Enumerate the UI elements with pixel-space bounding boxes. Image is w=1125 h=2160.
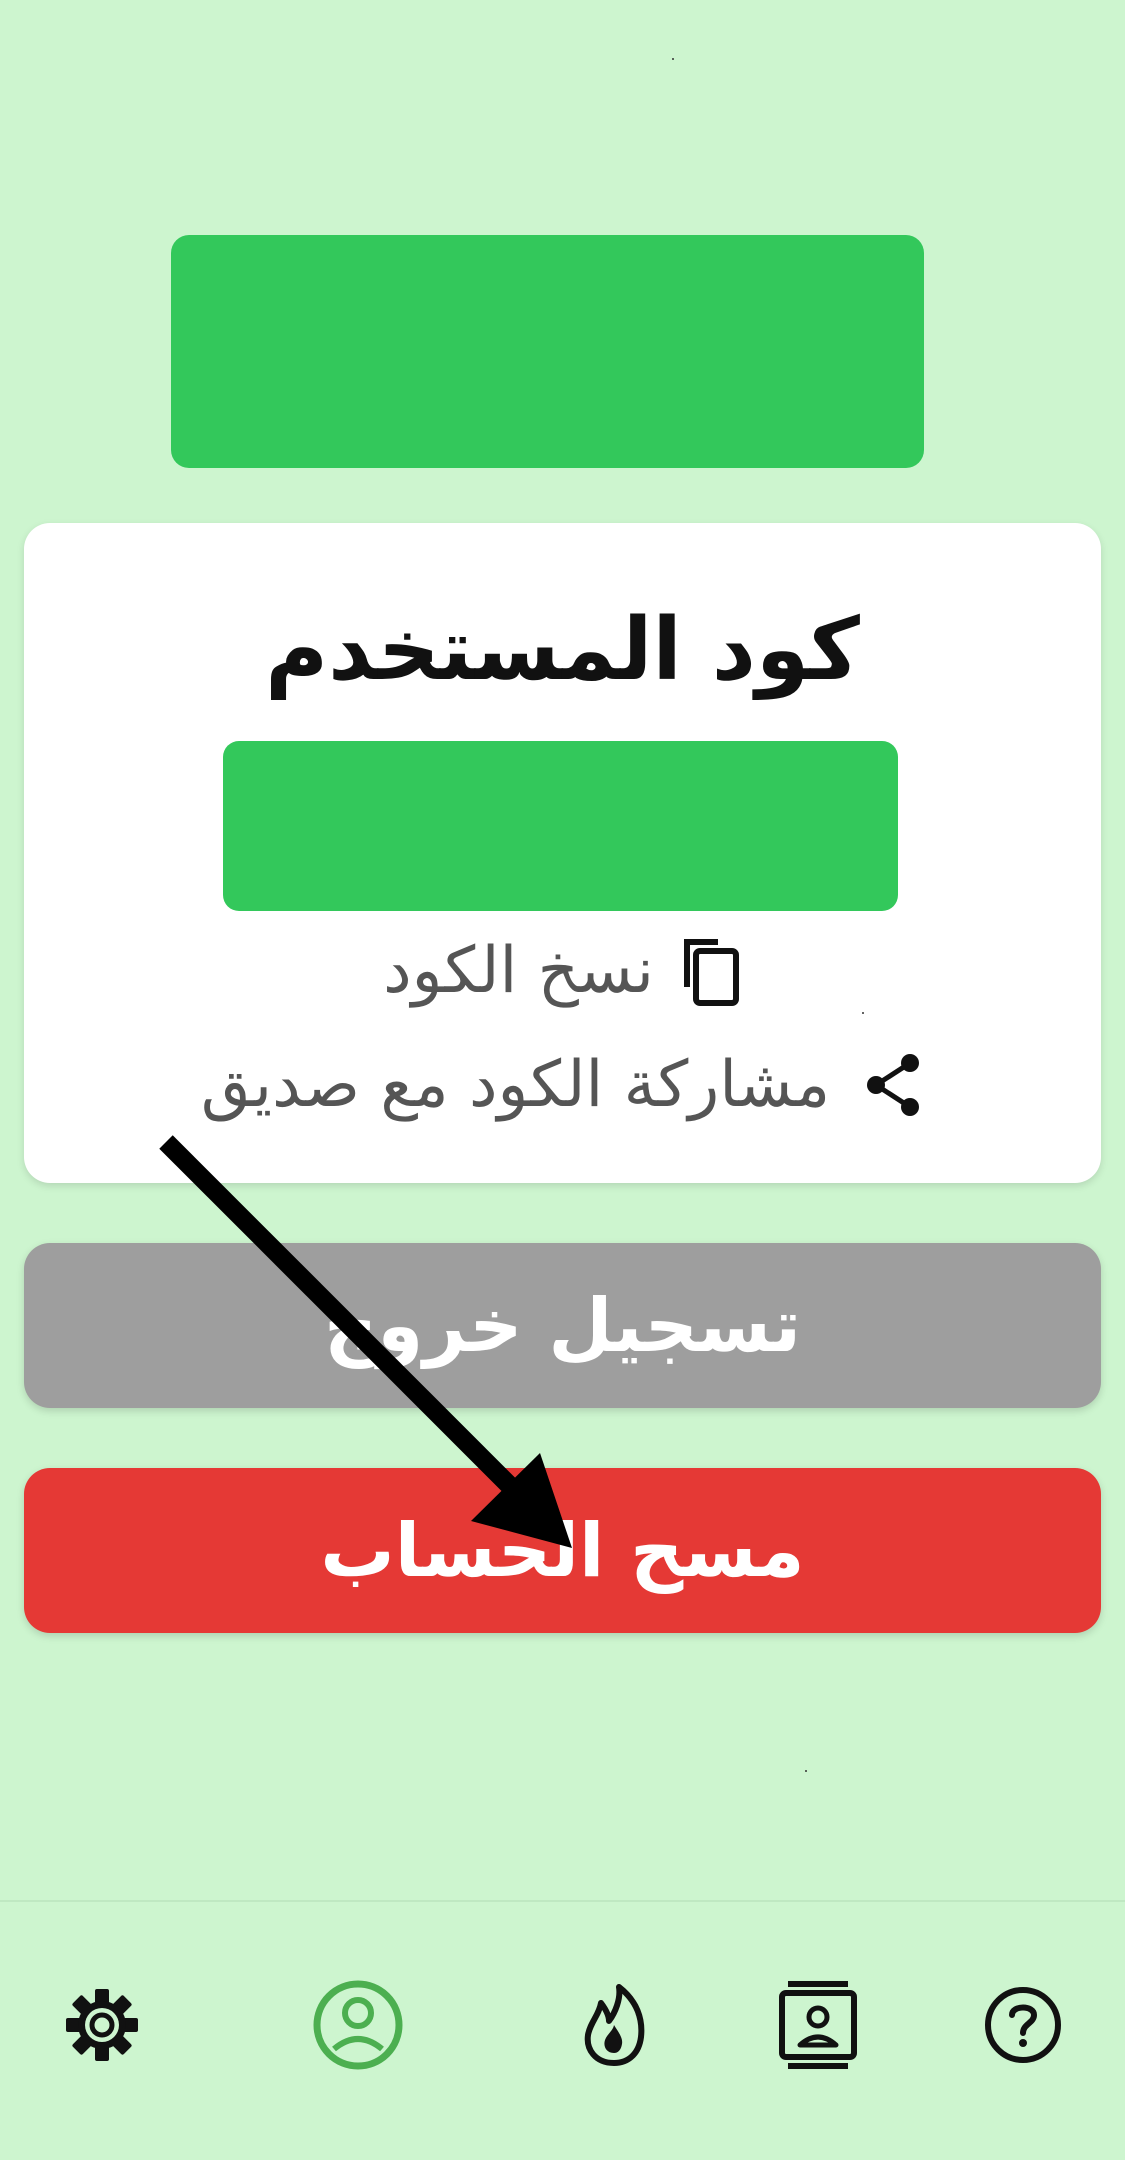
share-code-label: مشاركة الكود مع صديق xyxy=(200,1048,831,1122)
user-code-title: كود المستخدم xyxy=(265,600,860,700)
nav-flame[interactable] xyxy=(559,1972,669,2082)
user-code-value-block xyxy=(223,741,898,911)
header-placeholder-block xyxy=(171,235,924,468)
copy-icon xyxy=(680,935,742,1007)
share-code-button[interactable]: مشاركة الكود مع صديق xyxy=(24,1035,1101,1135)
speck xyxy=(672,58,674,60)
user-code-card: كود المستخدم نسخ الكود مشاركة الكود مع ص… xyxy=(24,523,1101,1183)
help-icon xyxy=(983,1985,1063,2069)
speck xyxy=(862,1012,864,1014)
profile-icon xyxy=(312,1979,404,2075)
nav-profile[interactable] xyxy=(303,1972,413,2082)
settings-gear-icon xyxy=(64,1987,140,2067)
share-icon xyxy=(864,1052,924,1118)
nav-contact[interactable] xyxy=(763,1972,873,2082)
delete-account-button[interactable]: مسح الحساب xyxy=(24,1468,1101,1633)
bottom-nav xyxy=(0,1900,1125,2160)
contact-card-icon xyxy=(778,1979,858,2075)
nav-help[interactable] xyxy=(968,1972,1078,2082)
speck xyxy=(805,1770,807,1772)
flame-icon xyxy=(581,1983,647,2071)
copy-code-button[interactable]: نسخ الكود xyxy=(24,921,1101,1021)
nav-settings[interactable] xyxy=(47,1972,157,2082)
logout-button[interactable]: تسجيل خروج xyxy=(24,1243,1101,1408)
copy-code-label: نسخ الكود xyxy=(383,934,654,1008)
